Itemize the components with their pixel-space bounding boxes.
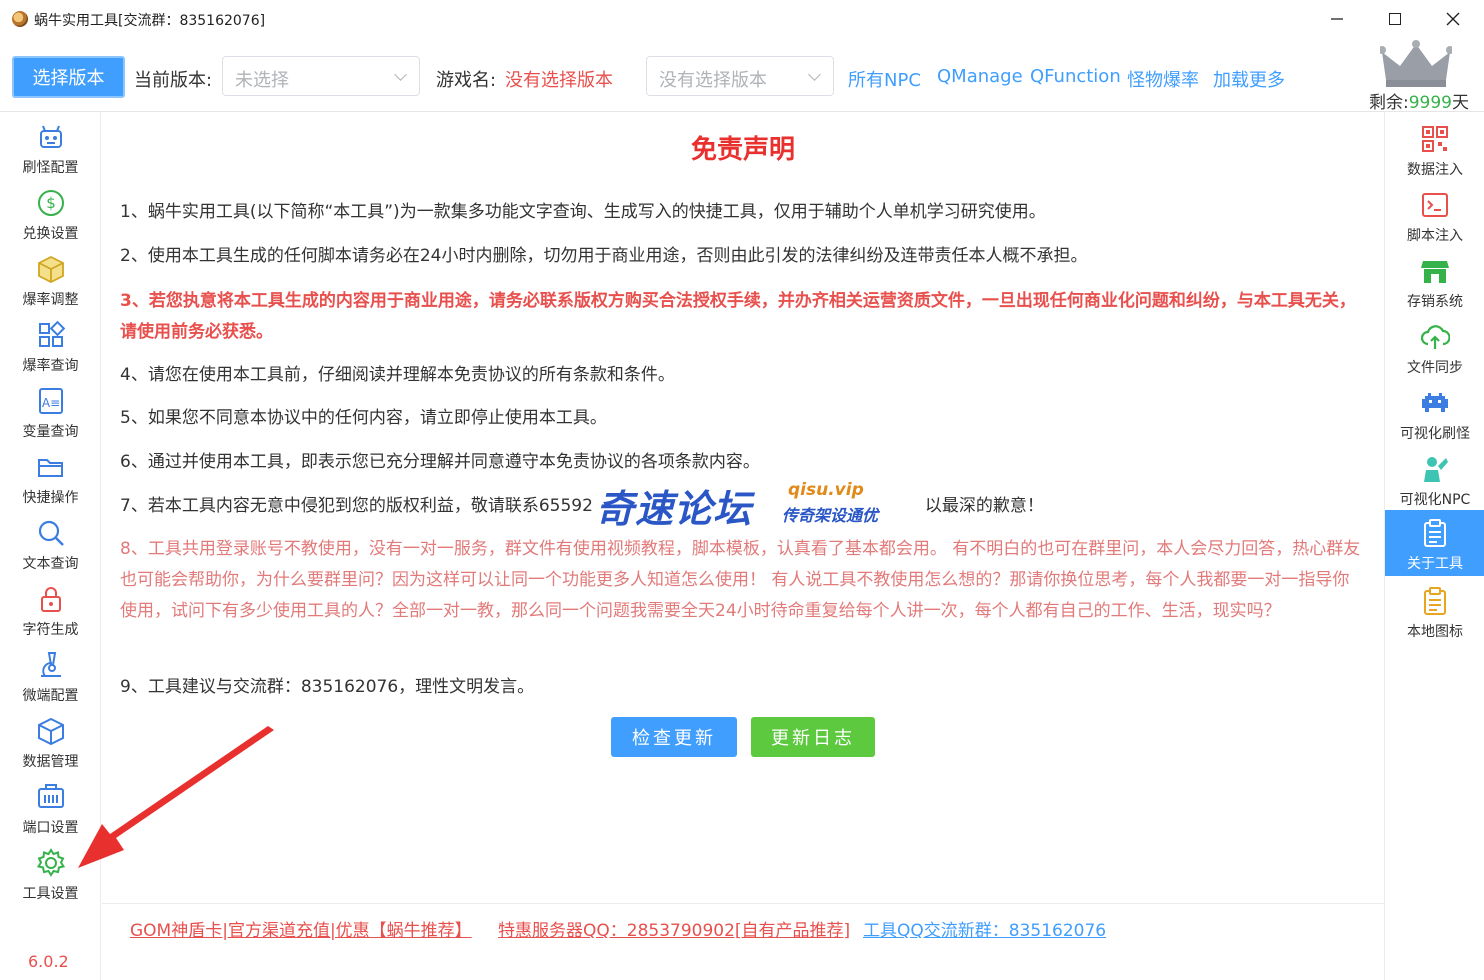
qrcode-icon (1422, 126, 1448, 152)
sidebar-item-file-sync[interactable]: 文件同步 (1385, 314, 1484, 380)
toolbar: 选择版本 当前版本: 未选择 游戏名: 没有选择版本 没有选择版本 所有NPC … (0, 38, 1484, 113)
maximize-button[interactable] (1380, 4, 1410, 34)
sidebar-item-script-inject[interactable]: 脚本注入 (1385, 182, 1484, 248)
sidebar-item-quick-ops[interactable]: 快捷操作 (0, 446, 101, 510)
clipboard-icon (1424, 519, 1446, 547)
changelog-button[interactable]: 更新日志 (751, 717, 875, 757)
link-qmanage[interactable]: QManage (937, 66, 1023, 87)
disclaimer-item-8: 8、工具共用登录账号不教使用，没有一对一服务，群文件有使用视频教程，脚本模板，认… (120, 539, 1361, 621)
folder-icon (37, 459, 63, 477)
footer-links: GOM神盾卡|官方渠道充值|优惠【蜗牛推荐】 特惠服务器QQ：285379090… (102, 903, 1384, 980)
search-icon (38, 520, 64, 546)
disclaimer-item-3: 3、若您执意将本工具生成的内容用于商业用途，请务必联系版权方购买合法授权手续，并… (120, 291, 1356, 342)
port-icon (37, 784, 64, 808)
box-icon (37, 717, 64, 746)
sidebar-item-exchange-settings[interactable]: $ 兑换设置 (0, 182, 101, 246)
sidebar-item-drop-adjust[interactable]: 爆率调整 (0, 248, 101, 312)
dollar-icon: $ (37, 190, 64, 216)
crown-icon (1380, 40, 1452, 87)
disclaimer-item-9: 9、工具建议与交流群：835162076，理性文明发言。 (120, 677, 535, 697)
sidebar-right: 数据注入 脚本注入 存销系统 文件同步 可视化刷怪 可视化NPC 关于工具 本地… (1384, 112, 1484, 980)
game-select-placeholder: 没有选择版本 (659, 70, 767, 91)
page-title: 免责声明 (690, 135, 795, 165)
microscope-icon (40, 652, 61, 677)
sidebar-item-store-system[interactable]: 存销系统 (1385, 248, 1484, 314)
footer-link-qq-group[interactable]: 工具QQ交流新群：835162076 (863, 916, 1106, 941)
sidebar-item-local-icons[interactable]: 本地图标 (1385, 578, 1484, 644)
sidebar-item-data-inject[interactable]: 数据注入 (1385, 116, 1484, 182)
disclaimer-item-4: 4、请您在使用本工具前，仔细阅读并理解本免责协议的所有条款和条件。 (120, 365, 675, 385)
sidebar-item-variable-query[interactable]: A≡ 变量查询 (0, 380, 101, 444)
notepad-icon (1424, 587, 1446, 615)
disclaimer-item-1: 1、蜗牛实用工具(以下简称“本工具”)为一款集多功能文字查询、生成写入的快捷工具… (120, 202, 1046, 222)
gear-icon (36, 848, 65, 877)
cube-icon (37, 255, 64, 284)
variable-icon: A≡ (38, 388, 63, 414)
disclaimer-item-6: 6、通过并使用本工具，即表示您已充分理解并同意遵守本免责协议的各项条款内容。 (120, 452, 760, 472)
lock-icon (40, 587, 61, 612)
game-name-label: 游戏名: (436, 70, 497, 91)
svg-text:A≡: A≡ (41, 396, 59, 410)
remaining-value: 9999 (1408, 93, 1452, 113)
watermark-logo: 奇速论坛 qisu.vip 传奇架设通优 (596, 480, 879, 531)
chevron-down-icon (808, 68, 821, 81)
title-bar: 蜗牛实用工具[交流群：835162076] (0, 0, 1484, 38)
link-qfunction[interactable]: QFunction (1030, 66, 1121, 87)
grid-icon (38, 320, 65, 347)
disclaimer-item-5: 5、如果您不同意本协议中的任何内容，请立即停止使用本工具。 (120, 408, 607, 428)
link-load-more[interactable]: 加载更多 (1213, 66, 1285, 92)
version-label: 6.0.2 (28, 952, 69, 971)
terminal-icon (1422, 193, 1448, 217)
disclaimer-item-2: 2、使用本工具生成的任何脚本请务必在24小时内删除，切勿用于商业用途，否则由此引… (120, 246, 1088, 266)
sidebar-item-text-query[interactable]: 文本查询 (0, 512, 101, 576)
close-button[interactable] (1438, 4, 1468, 34)
sidebar-item-about[interactable]: 关于工具 (1385, 510, 1484, 576)
sidebar-item-micro-config[interactable]: 微端配置 (0, 644, 101, 708)
sidebar-item-char-gen[interactable]: 字符生成 (0, 578, 101, 642)
footer-link-gom[interactable]: GOM神盾卡|官方渠道充值|优惠【蜗牛推荐】 (130, 916, 472, 941)
maximize-icon (1389, 13, 1401, 25)
minimize-icon (1331, 18, 1343, 20)
sidebar-item-spawn-config[interactable]: 刷怪配置 (0, 116, 101, 180)
remaining-days: 剩余:9999天 (1369, 93, 1469, 113)
minimize-button[interactable] (1322, 4, 1352, 34)
current-version-select[interactable]: 未选择 (222, 56, 420, 96)
cloud-sync-icon (1420, 325, 1450, 349)
npc-icon (1424, 457, 1448, 482)
current-version-placeholder: 未选择 (235, 70, 289, 91)
invader-icon (1422, 393, 1448, 412)
game-name-value: 没有选择版本 (505, 70, 613, 91)
chevron-down-icon (394, 68, 407, 81)
check-update-button[interactable]: 检查更新 (611, 717, 737, 757)
close-icon (1446, 12, 1460, 26)
footer-link-server-qq[interactable]: 特惠服务器QQ：2853790902[自有产品推荐] (498, 916, 850, 941)
current-version-label: 当前版本: (134, 70, 213, 91)
annotation-arrow-icon (78, 726, 274, 868)
sidebar-item-visual-spawn[interactable]: 可视化刷怪 (1385, 380, 1484, 446)
store-icon (1421, 261, 1449, 283)
select-version-button[interactable]: 选择版本 (12, 56, 125, 98)
game-select[interactable]: 没有选择版本 (646, 56, 834, 96)
sidebar-item-drop-query[interactable]: 爆率查询 (0, 314, 101, 378)
link-all-npc[interactable]: 所有NPC (848, 66, 921, 92)
svg-text:$: $ (46, 194, 56, 212)
robot-icon (39, 125, 62, 148)
link-monster-rate[interactable]: 怪物爆率 (1127, 66, 1199, 92)
window-title: 蜗牛实用工具[交流群：835162076] (34, 13, 266, 29)
sidebar-item-visual-npc[interactable]: 可视化NPC (1385, 446, 1484, 512)
snail-app-icon (12, 11, 28, 27)
